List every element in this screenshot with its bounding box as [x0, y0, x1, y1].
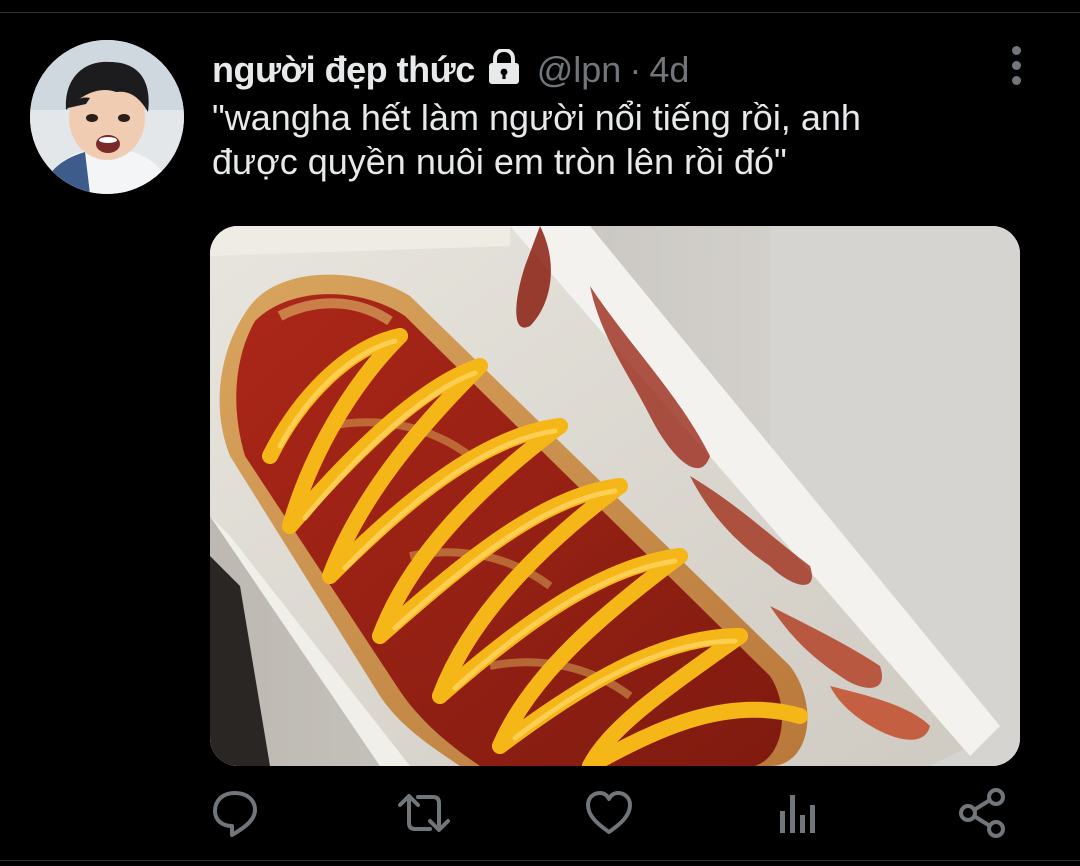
heart-icon: [586, 791, 632, 834]
lock-icon: [485, 47, 523, 85]
more-dot: [1012, 61, 1021, 70]
reply-button[interactable]: [210, 785, 260, 841]
separator-dot: ·: [629, 49, 642, 90]
analytics-button[interactable]: [774, 785, 824, 841]
tweet-text: "wangha hết làm người nổi tiếng rồi, anh…: [212, 96, 1032, 184]
share-icon: [959, 788, 1005, 838]
timestamp[interactable]: 4d: [649, 49, 689, 91]
like-button[interactable]: [584, 785, 634, 841]
more-options-button[interactable]: [1000, 44, 1034, 88]
bottom-divider: [0, 860, 1080, 861]
more-dot: [1012, 76, 1021, 85]
user-handle[interactable]: @lpn: [537, 49, 622, 91]
tweet-text-line: "wangha hết làm người nổi tiếng rồi, anh: [212, 97, 861, 138]
tweet-text-line: được quyền nuôi em tròn lên rồi đó": [212, 141, 787, 182]
avatar[interactable]: [30, 40, 184, 194]
retweet-icon: [398, 794, 450, 832]
tweet-image[interactable]: [210, 226, 1020, 766]
analytics-icon: [780, 795, 815, 833]
tweet-header: người đẹp thức @lpn · 4d: [212, 46, 689, 94]
retweet-button[interactable]: [396, 785, 452, 841]
reply-icon: [213, 791, 257, 837]
tweet-actions: [0, 785, 1080, 845]
tweet[interactable]: người đẹp thức @lpn · 4d "wangha hết làm…: [0, 0, 1080, 866]
more-dot: [1012, 46, 1021, 55]
display-name[interactable]: người đẹp thức: [212, 49, 475, 91]
share-button[interactable]: [958, 785, 1008, 841]
